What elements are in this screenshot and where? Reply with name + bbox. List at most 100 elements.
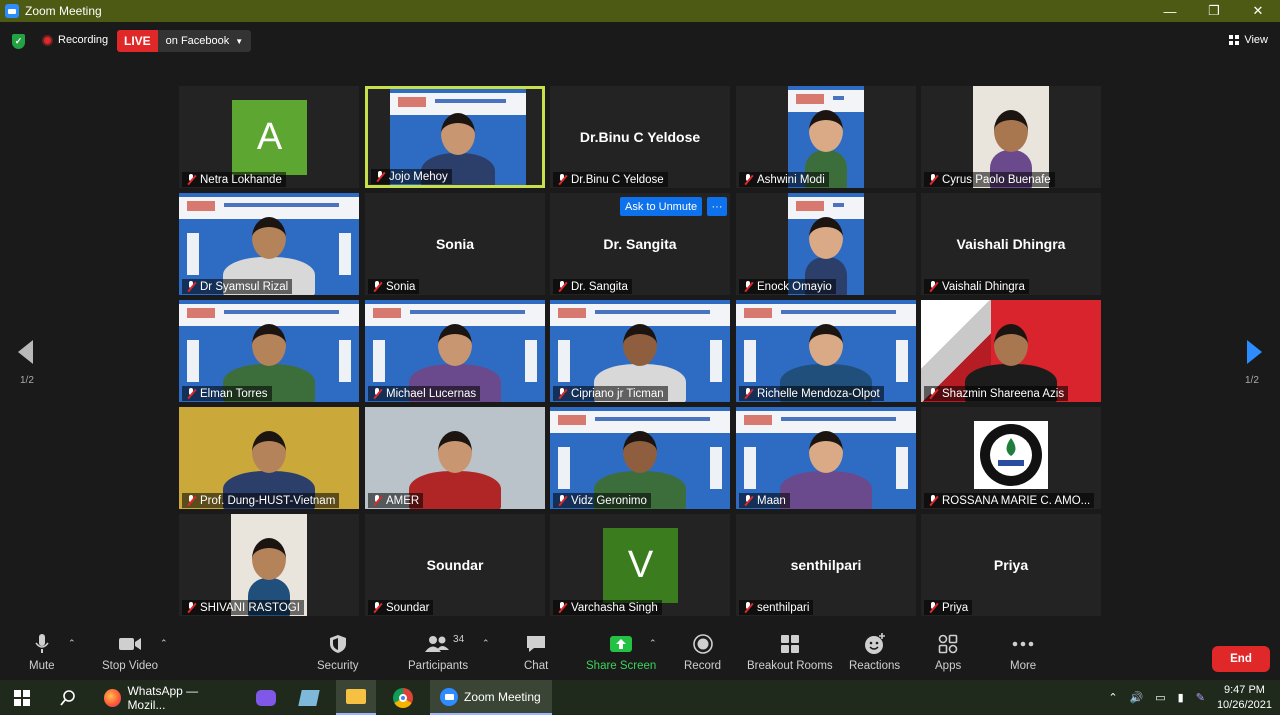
- restore-button[interactable]: ❐: [1192, 0, 1236, 22]
- participant-name: Dr. Sangita: [571, 280, 628, 293]
- participant-tile[interactable]: Cipriano jr Ticman: [550, 300, 730, 402]
- muted-mic-icon: [743, 174, 753, 185]
- muted-mic-icon: [928, 602, 938, 613]
- mute-button[interactable]: Mute: [29, 632, 55, 672]
- participant-tile[interactable]: A Netra Lokhande: [179, 86, 359, 188]
- participant-tile[interactable]: Dr.Binu C Yeldose Dr.Binu C Yeldose: [550, 86, 730, 188]
- participant-tile[interactable]: senthilpari senthilpari: [736, 514, 916, 616]
- share-screen-label: Share Screen: [586, 660, 657, 672]
- page-indicator-left: 1/2: [20, 375, 34, 386]
- participants-count: 34: [453, 634, 465, 645]
- record-button[interactable]: Record: [684, 632, 721, 672]
- banner-standee: [710, 447, 722, 489]
- participant-name: ROSSANA MARIE C. AMO...: [942, 494, 1091, 507]
- participant-tile[interactable]: Shazmin Shareena Azis: [921, 300, 1101, 402]
- participant-name: Ashwini Modi: [757, 173, 825, 186]
- minimize-button[interactable]: —: [1148, 0, 1192, 22]
- windows-start-icon[interactable]: [14, 680, 30, 715]
- discord-icon[interactable]: [256, 680, 276, 715]
- tile-more-options-button[interactable]: ···: [707, 197, 727, 216]
- security-button[interactable]: Security: [317, 632, 359, 672]
- battery-icon[interactable]: ▮: [1178, 691, 1184, 704]
- participant-tile[interactable]: AMER: [365, 407, 545, 509]
- pen-icon[interactable]: ✎: [1196, 691, 1205, 704]
- participant-tile[interactable]: Jojo Mehoy: [365, 86, 545, 188]
- participant-tile[interactable]: ROSSANA MARIE C. AMO...: [921, 407, 1101, 509]
- participant-avatar: V: [603, 528, 678, 603]
- muted-mic-icon: [743, 281, 753, 292]
- network-icon[interactable]: ▭: [1155, 691, 1165, 704]
- participant-tile[interactable]: Cyrus Paolo Buenafe: [921, 86, 1101, 188]
- ask-to-unmute-button[interactable]: Ask to Unmute: [620, 197, 703, 216]
- chevron-down-icon: ▼: [235, 36, 244, 46]
- participant-name: Shazmin Shareena Azis: [942, 387, 1065, 400]
- security-shield-icon: [329, 632, 347, 656]
- participant-tile[interactable]: Enock Omayio: [736, 193, 916, 295]
- participants-options-caret-icon[interactable]: ⌃: [482, 638, 490, 649]
- participant-tile[interactable]: Vaishali Dhingra Vaishali Dhingra: [921, 193, 1101, 295]
- participant-name-label: Michael Lucernas: [368, 386, 481, 401]
- notes-app-icon[interactable]: [298, 680, 320, 715]
- chat-button[interactable]: Chat: [524, 632, 548, 672]
- taskbar-clock[interactable]: 9:47 PM 10/26/2021: [1217, 683, 1272, 713]
- tray-chevron-up-icon[interactable]: ⌃: [1108, 691, 1117, 704]
- participant-tile[interactable]: V Varchasha Singh: [550, 514, 730, 616]
- participant-tile[interactable]: Dr Syamsul Rizal: [179, 193, 359, 295]
- chrome-icon[interactable]: [393, 680, 413, 715]
- taskbar-zoom-meeting[interactable]: Zoom Meeting: [430, 680, 552, 715]
- breakout-rooms-button[interactable]: Breakout Rooms: [747, 632, 833, 672]
- participant-head: [809, 324, 843, 366]
- participant-name-label: Dr Syamsul Rizal: [182, 279, 293, 294]
- muted-mic-icon: [928, 388, 938, 399]
- muted-mic-icon: [372, 602, 382, 613]
- encryption-shield-icon[interactable]: ✓: [12, 34, 25, 49]
- share-screen-button[interactable]: Share Screen: [586, 632, 656, 672]
- more-button[interactable]: More: [1010, 632, 1036, 672]
- participants-button[interactable]: 34 Participants: [408, 632, 468, 672]
- participant-tile[interactable]: Sonia Sonia: [365, 193, 545, 295]
- participant-name-label: Prof. Dung-HUST-Vietnam: [182, 493, 340, 508]
- participant-tile[interactable]: Vidz Geronimo: [550, 407, 730, 509]
- participant-tile[interactable]: Michael Lucernas: [365, 300, 545, 402]
- view-button[interactable]: View: [1229, 34, 1268, 46]
- participant-name-label: Priya: [924, 600, 973, 615]
- taskbar-search-icon[interactable]: [60, 680, 76, 715]
- mute-options-caret-icon[interactable]: ⌃: [68, 638, 76, 649]
- share-options-caret-icon[interactable]: ⌃: [649, 638, 657, 649]
- taskbar-firefox-whatsapp[interactable]: WhatsApp — Mozil...: [96, 680, 244, 715]
- participant-tile[interactable]: Dr. Sangita Dr. Sangita Ask to Unmute ···: [550, 193, 730, 295]
- apps-button[interactable]: Apps: [935, 632, 961, 672]
- reactions-button[interactable]: Reactions: [849, 632, 900, 672]
- participant-tile[interactable]: SHIVANI RASTOGI: [179, 514, 359, 616]
- participant-name: Prof. Dung-HUST-Vietnam: [200, 494, 336, 507]
- end-meeting-button[interactable]: End: [1212, 646, 1270, 672]
- participant-tile[interactable]: Prof. Dung-HUST-Vietnam: [179, 407, 359, 509]
- stop-video-button[interactable]: Stop Video: [102, 632, 158, 672]
- file-explorer-icon[interactable]: [336, 680, 376, 715]
- participant-name: Dr Syamsul Rizal: [200, 280, 289, 293]
- close-button[interactable]: ✕: [1236, 0, 1280, 22]
- participant-head: [252, 217, 286, 259]
- previous-page-arrow-icon[interactable]: [18, 340, 33, 364]
- participant-name: Netra Lokhande: [200, 173, 282, 186]
- participant-tile[interactable]: Priya Priya: [921, 514, 1101, 616]
- recording-indicator[interactable]: Recording: [42, 34, 108, 46]
- banner-standee: [896, 340, 908, 382]
- volume-icon[interactable]: 🔊: [1130, 691, 1144, 704]
- taskbar-time: 9:47 PM: [1223, 683, 1265, 696]
- participant-name-label: Dr.Binu C Yeldose: [553, 172, 668, 187]
- participant-name: SHIVANI RASTOGI: [200, 601, 300, 614]
- record-label: Record: [684, 660, 722, 672]
- video-options-caret-icon[interactable]: ⌃: [160, 638, 168, 649]
- participant-name: Maan: [757, 494, 786, 507]
- participant-head: [623, 324, 657, 366]
- participant-tile[interactable]: Ashwini Modi: [736, 86, 916, 188]
- participant-tile[interactable]: Richelle Mendoza-Olpot: [736, 300, 916, 402]
- next-page-arrow-icon[interactable]: [1247, 340, 1262, 364]
- live-stream-indicator[interactable]: LIVE on Facebook ▼: [117, 30, 252, 52]
- muted-mic-icon: [372, 281, 382, 292]
- participant-tile[interactable]: Elman Torres: [179, 300, 359, 402]
- participant-tile[interactable]: Soundar Soundar: [365, 514, 545, 616]
- participant-head: [623, 431, 657, 473]
- participant-tile[interactable]: Maan: [736, 407, 916, 509]
